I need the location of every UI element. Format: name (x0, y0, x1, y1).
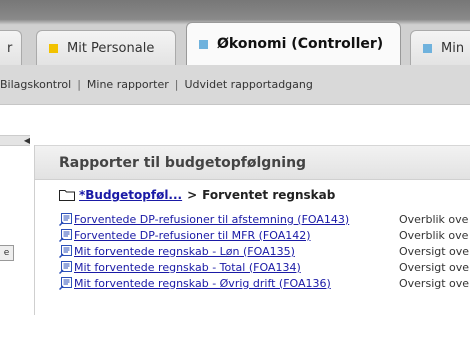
report-icon (59, 276, 72, 290)
tab-bar: r Mit Personale Økonomi (Controller) Min (0, 0, 470, 65)
breadcrumb: *Budgetopføl... > Forventet regnskab (59, 188, 335, 202)
report-row: Mit forventede regnskab - Øvrig drift (F… (59, 275, 469, 291)
report-icon (59, 228, 72, 242)
left-partial-button[interactable]: e (0, 245, 14, 261)
report-list: Forventede DP-refusioner til afstemning … (59, 211, 469, 291)
report-link[interactable]: Mit forventede regnskab - Løn (FOA135) (74, 245, 399, 258)
report-link[interactable]: Mit forventede regnskab - Total (FOA134) (74, 261, 399, 274)
report-icon (59, 244, 72, 258)
report-description: Oversigt ove (399, 244, 470, 258)
breadcrumb-current: Forventet regnskab (202, 188, 336, 202)
report-description: Overblik ove (399, 228, 469, 242)
report-row: Mit forventede regnskab - Løn (FOA135) O… (59, 243, 469, 259)
report-row: Forventede DP-refusioner til afstemning … (59, 211, 469, 227)
subnav-item-bilagskontrol[interactable]: Bilagskontrol (0, 78, 71, 91)
report-icon (59, 212, 72, 226)
tab-color-square-icon (423, 43, 432, 53)
subnav-item-mine-rapporter[interactable]: Mine rapporter (87, 78, 169, 91)
tab-color-square-icon (49, 43, 58, 53)
tab-label: Mit Personale (67, 40, 155, 56)
breadcrumb-parent-link[interactable]: *Budgetopføl... (79, 188, 182, 202)
subnav-item-udvidet-rapportadgang[interactable]: Udvidet rapportadgang (185, 78, 313, 91)
report-link[interactable]: Forventede DP-refusioner til MFR (FOA142… (74, 229, 399, 242)
tab-label: Min (441, 40, 465, 56)
tab-partial-left[interactable]: r (0, 30, 22, 65)
report-description: Overblik ove (399, 212, 469, 226)
left-partial-button-label: e (3, 248, 10, 258)
panel-header: Rapporter til budgetopfølgning (35, 145, 470, 180)
sidebar-collapse-bar[interactable]: ◀ (0, 135, 30, 146)
report-row: Mit forventede regnskab - Total (FOA134)… (59, 259, 469, 275)
report-row: Forventede DP-refusioner til MFR (FOA142… (59, 227, 469, 243)
tab-label: r (7, 40, 13, 56)
tab-color-square-icon (199, 39, 208, 49)
folder-icon (59, 190, 75, 201)
panel-title: Rapporter til budgetopfølgning (59, 155, 307, 171)
tab-min[interactable]: Min (410, 30, 470, 65)
report-link[interactable]: Forventede DP-refusioner til afstemning … (74, 213, 399, 226)
report-description: Oversigt ove (399, 276, 470, 290)
breadcrumb-arrow: > (187, 188, 198, 202)
report-link[interactable]: Mit forventede regnskab - Øvrig drift (F… (74, 277, 399, 290)
subnav-separator: | (77, 78, 81, 91)
report-panel: Rapporter til budgetopfølgning *Budgetop… (34, 145, 470, 315)
report-description: Oversigt ove (399, 260, 470, 274)
collapse-arrow-icon: ◀ (23, 136, 30, 145)
subnav-separator: | (174, 78, 179, 91)
tab-label: Økonomi (Controller) (217, 36, 384, 52)
tab-mit-personale[interactable]: Mit Personale (36, 30, 176, 65)
report-icon (59, 260, 72, 274)
sub-navigation: Bilagskontrol | Mine rapporter | Udvidet… (0, 65, 470, 105)
tab-oekonomi-controller[interactable]: Økonomi (Controller) (186, 22, 401, 65)
